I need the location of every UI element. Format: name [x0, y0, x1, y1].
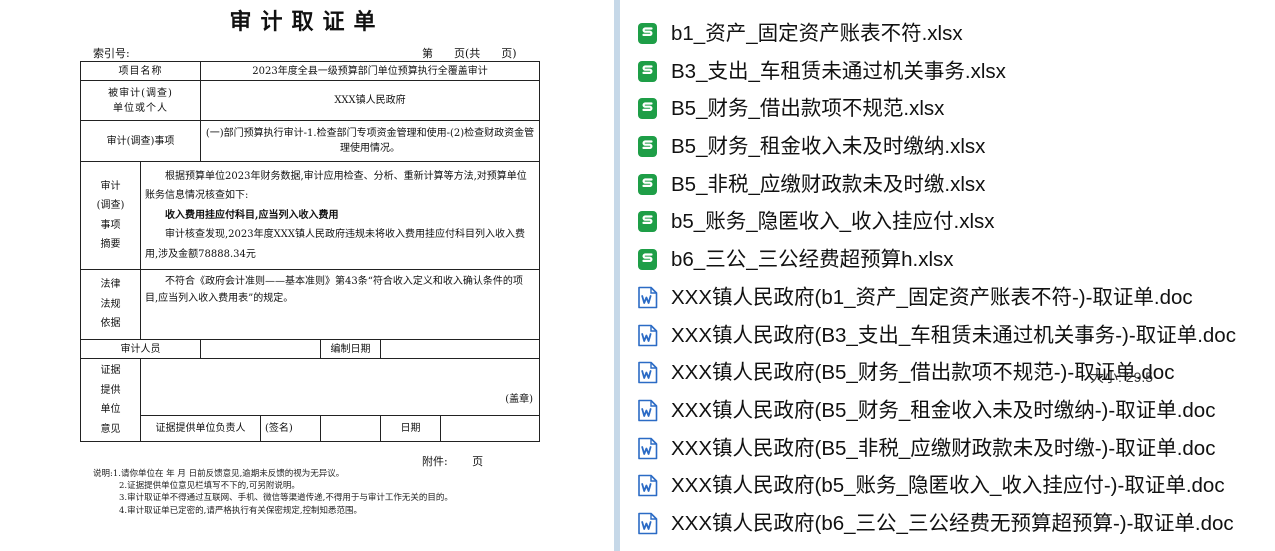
project-name-label: 项目名称 — [80, 61, 201, 81]
audited-unit-label: 被审计(调查) 单位或个人 — [80, 80, 201, 121]
file-item[interactable]: B5_非税_应缴财政款未及时缴.xlsx — [620, 166, 1275, 204]
notes: 说明:1.请你单位在 年 月 日前反馈意见,逾期未反馈的视为无异议。 2.证据提… — [93, 468, 453, 517]
file-name: B5_非税_应缴财政款未及时缴.xlsx — [671, 172, 986, 196]
file-item[interactable]: XXX镇人民政府(B5_财务_借出款项不规范-)-取证单.doc — [620, 354, 1275, 392]
note-line: 3.审计取证单不得通过互联网、手机、微信等渠道传递,不得用于与审计工作无关的目的… — [119, 493, 453, 504]
page-info: 第 页(共 页) — [422, 47, 517, 60]
file-name: B3_支出_车租赁未通过机关事务.xlsx — [671, 59, 1006, 83]
spreadsheet-icon — [637, 210, 658, 233]
sign-label: (签名) — [260, 415, 321, 442]
file-item[interactable]: XXX镇人民政府(b5_账务_隐匿收入_收入挂应付-)-取证单.doc — [620, 467, 1275, 505]
file-name: XXX镇人民政府(b5_账务_隐匿收入_收入挂应付-)-取证单.doc — [671, 474, 1225, 498]
spreadsheet-icon — [637, 22, 658, 45]
file-item[interactable]: B5_财务_租金收入未及时缴纳.xlsx — [620, 128, 1275, 166]
file-name: XXX镇人民政府(b1_资产_固定资产账表不符-)-取证单.doc — [671, 285, 1193, 309]
word-doc-icon — [637, 399, 658, 422]
file-name: B5_财务_租金收入未及时缴纳.xlsx — [671, 135, 986, 159]
file-item[interactable]: b6_三公_三公经费超预算h.xlsx — [620, 241, 1275, 279]
file-name: XXX镇人民政府(B5_财务_租金收入未及时缴纳-)-取证单.doc — [671, 398, 1216, 422]
date-value — [440, 415, 540, 442]
index-number-label: 索引号: — [93, 47, 130, 60]
auditor-value — [200, 339, 321, 359]
page-title: 审计取证单 — [229, 9, 385, 35]
summary-content: 根据预算单位2023年财务数据,审计应用检查、分析、重新计算等方法,对预算单位账… — [140, 161, 540, 270]
stamp-label: (盖章) — [505, 394, 533, 405]
file-item[interactable]: B3_支出_车租赁未通过机关事务.xlsx — [620, 53, 1275, 91]
word-doc-icon — [637, 361, 658, 384]
file-name: XXX镇人民政府(B3_支出_车租赁未通过机关事务-)-取证单.doc — [671, 323, 1236, 347]
note-line: 4.审计取证单已定密的,请严格执行有关保密规定,控制知悉范围。 — [119, 505, 363, 516]
word-doc-icon — [637, 512, 658, 535]
provider-opinion-label: 证据 提供 单位 意见 — [80, 358, 141, 442]
word-doc-icon — [637, 324, 658, 347]
document-preview: 审计取证单 索引号: 第 页(共 页) 项目名称 2023年度全县一级预算部门单… — [0, 0, 614, 551]
audit-matter-value: (一)部门预算执行审计-1.检查部门专项资金管理和使用-(2)检查财政资金管理使… — [200, 120, 540, 162]
law-basis-value: 不符合《政府会计准则——基本准则》第43条“符合收入定义和收入确认条件的项目,应… — [140, 269, 540, 340]
date-label: 日期 — [380, 415, 441, 442]
word-doc-icon — [637, 286, 658, 309]
provider-head-label: 证据提供单位负责人 — [140, 415, 261, 442]
provider-opinion-content: (盖章) — [140, 358, 540, 416]
word-doc-icon — [637, 437, 658, 460]
spreadsheet-icon — [637, 97, 658, 120]
spreadsheet-icon — [637, 135, 658, 158]
file-item[interactable]: b5_账务_隐匿收入_收入挂应付.xlsx — [620, 203, 1275, 241]
audit-matter-label: 审计(调查)事项 — [80, 120, 201, 162]
file-name: B5_财务_借出款项不规范.xlsx — [671, 97, 945, 121]
compile-date-value — [380, 339, 540, 359]
note-line: 说明:1.请你单位在 年 月 日前反馈意见,逾期未反馈的视为无异议。 — [93, 469, 345, 479]
note-line: 2.证据提供单位意见栏填写不下的,可另附说明。 — [119, 481, 300, 492]
word-doc-icon — [637, 474, 658, 497]
size-tooltip: 大小: 29.5 — [1090, 369, 1154, 385]
attachment-pages: 附件: 页 — [422, 455, 484, 468]
spreadsheet-icon — [637, 173, 658, 196]
compile-date-label: 编制日期 — [320, 339, 381, 359]
file-item[interactable]: XXX镇人民政府(b6_三公_三公经费无预算超预算-)-取证单.doc — [620, 505, 1275, 543]
spreadsheet-icon — [637, 60, 658, 83]
file-item[interactable]: XXX镇人民政府(B5_非税_应缴财政款未及时缴-)-取证单.doc — [620, 430, 1275, 468]
spreadsheet-icon — [637, 248, 658, 271]
file-item[interactable]: B5_财务_借出款项不规范.xlsx — [620, 90, 1275, 128]
audited-unit-value: XXX镇人民政府 — [200, 80, 540, 121]
file-list: b1_资产_固定资产账表不符.xlsx B3_支出_车租赁未通过机关事务.xlsx… — [620, 15, 1275, 543]
file-name: b5_账务_隐匿收入_收入挂应付.xlsx — [671, 210, 995, 234]
sign-value — [320, 415, 381, 442]
auditor-label: 审计人员 — [80, 339, 201, 359]
file-name: b1_资产_固定资产账表不符.xlsx — [671, 22, 963, 45]
file-name: XXX镇人民政府(b6_三公_三公经费无预算超预算-)-取证单.doc — [671, 511, 1234, 535]
law-basis-label: 法律 法规 依据 — [80, 269, 141, 340]
file-item[interactable]: b1_资产_固定资产账表不符.xlsx — [620, 15, 1275, 53]
evidence-form-table: 项目名称 2023年度全县一级预算部门单位预算执行全覆盖审计 被审计(调查) 单… — [80, 61, 540, 442]
project-name-value: 2023年度全县一级预算部门单位预算执行全覆盖审计 — [200, 61, 540, 81]
file-item[interactable]: XXX镇人民政府(B3_支出_车租赁未通过机关事务-)-取证单.doc — [620, 317, 1275, 355]
file-item[interactable]: XXX镇人民政府(b1_资产_固定资产账表不符-)-取证单.doc — [620, 279, 1275, 317]
file-name: b6_三公_三公经费超预算h.xlsx — [671, 248, 954, 272]
file-item[interactable]: XXX镇人民政府(B5_财务_租金收入未及时缴纳-)-取证单.doc — [620, 392, 1275, 430]
file-name: XXX镇人民政府(B5_非税_应缴财政款未及时缴-)-取证单.doc — [671, 436, 1216, 460]
summary-label: 审计 (调查) 事项 摘要 — [80, 161, 141, 270]
file-list-panel: b1_资产_固定资产账表不符.xlsx B3_支出_车租赁未通过机关事务.xlsx… — [620, 0, 1275, 551]
